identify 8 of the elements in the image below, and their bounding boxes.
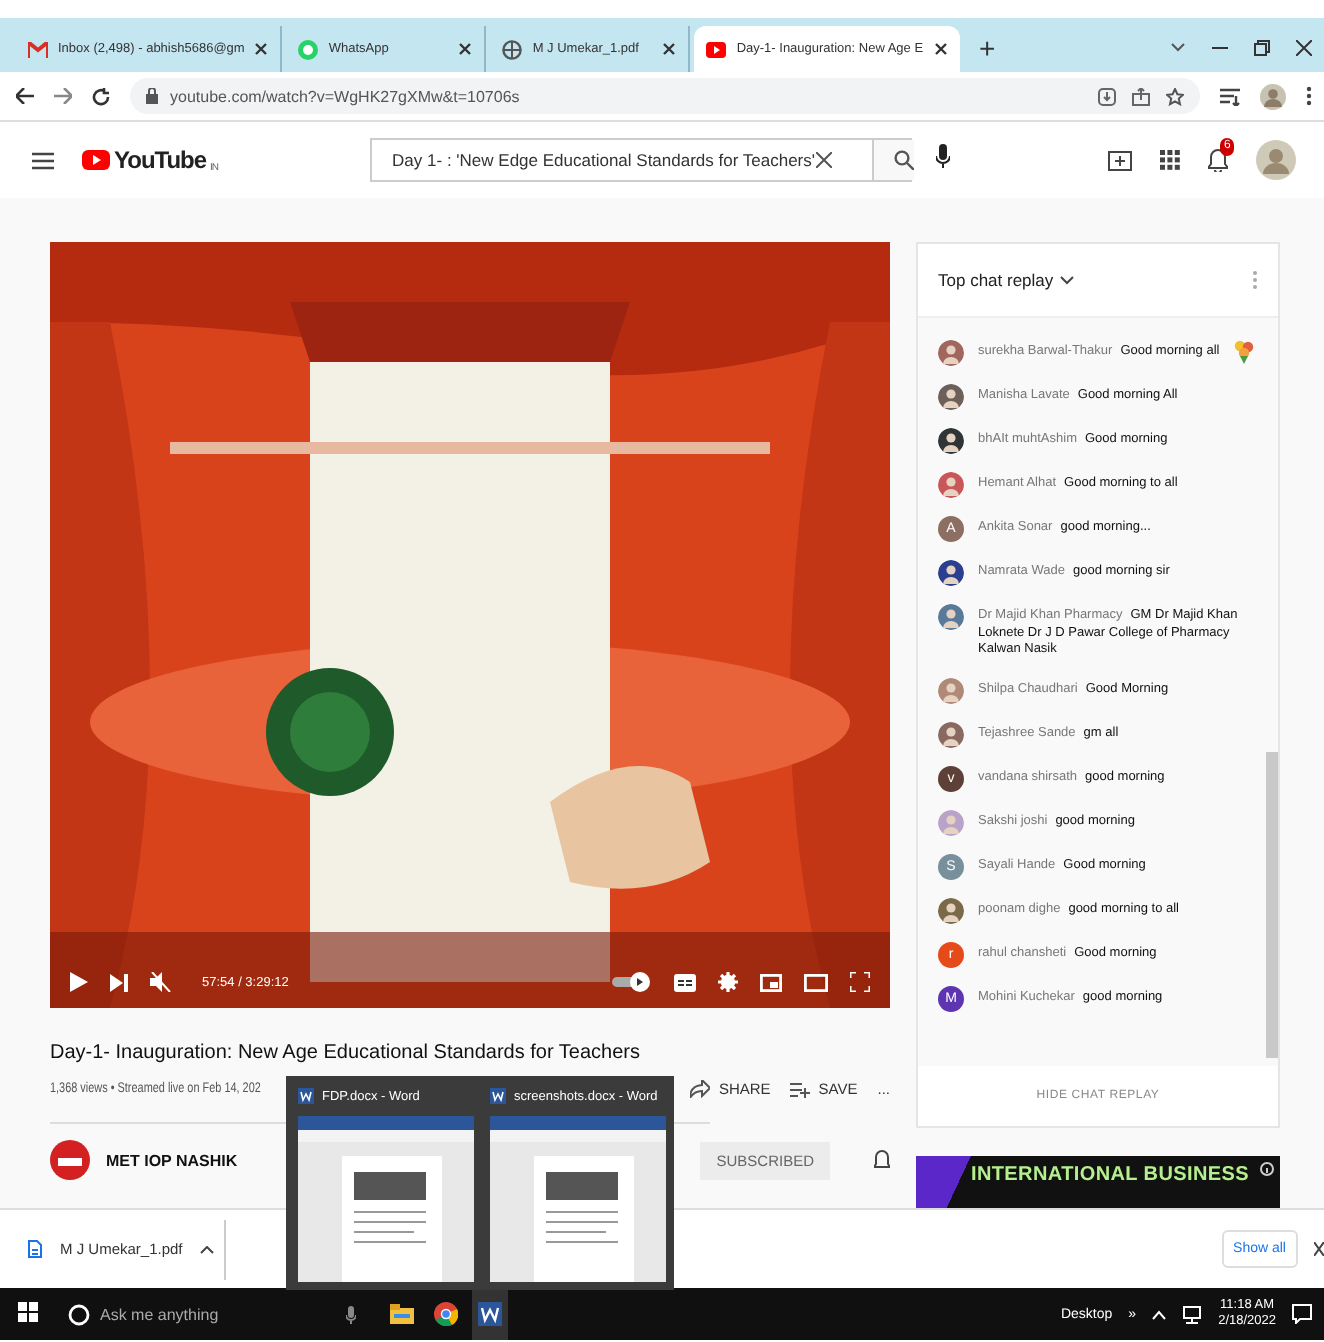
address-field[interactable]: youtube.com/watch?v=WgHK27gXMw&t=10706s bbox=[130, 78, 1200, 114]
new-tab-button[interactable]: + bbox=[979, 32, 996, 64]
search-field[interactable]: Day 1- : 'New Edge Educational Standards for Teachers' bbox=[370, 138, 913, 182]
taskbar-search-field[interactable]: Ask me anything bbox=[100, 1305, 300, 1323]
video-title: Day-1- Inauguration: New Age Educational Standards for Teachers bbox=[50, 1042, 642, 1064]
chat-mode-dropdown[interactable]: Top chat replay bbox=[938, 270, 1074, 290]
ad-banner[interactable]: INTERNATIONAL BUSINESS bbox=[916, 1156, 1280, 1208]
channel-name[interactable]: MET IOP NASHIK bbox=[106, 1151, 238, 1169]
